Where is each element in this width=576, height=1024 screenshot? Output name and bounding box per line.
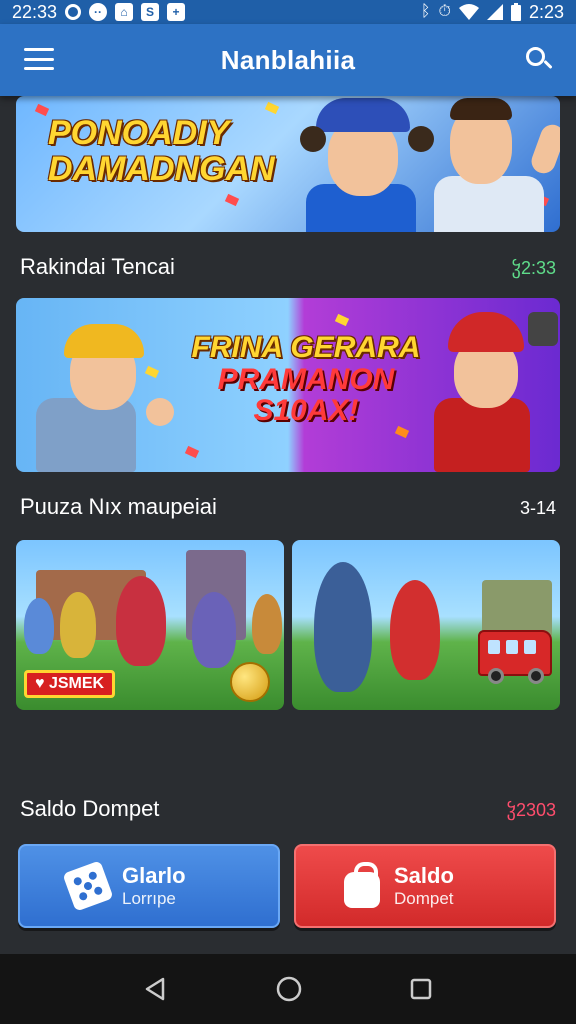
character-kid-2	[60, 592, 96, 658]
section-title-2: Puuza Nıx maupeiai	[20, 494, 217, 519]
signal-icon	[486, 4, 503, 20]
dots-icon: ··	[89, 3, 108, 21]
wallet-button-label: Saldo	[394, 863, 454, 888]
section-meta-2: 3-14	[519, 498, 556, 518]
search-icon[interactable]	[524, 45, 554, 75]
game-tile-right[interactable]	[292, 540, 560, 710]
recents-icon[interactable]	[409, 977, 433, 1001]
fire-truck	[478, 630, 552, 684]
character-kid-headphones	[314, 562, 372, 692]
alarm-icon: ⏱	[438, 3, 451, 20]
circle-icon	[65, 4, 82, 20]
dice-icon	[62, 860, 114, 912]
game-button[interactable]: Glarlo Lorrıpe	[18, 844, 280, 928]
home-icon: ⌂	[115, 3, 134, 21]
character-kid-3	[116, 576, 166, 666]
s-icon: S	[141, 3, 160, 21]
back-icon[interactable]	[143, 976, 169, 1002]
section-title-3: Saldo Dompet	[20, 796, 160, 821]
character-kid-1	[24, 598, 54, 654]
game-button-sublabel: Lorrıpe	[122, 889, 176, 908]
bluetooth-icon: ᛒ	[420, 3, 431, 20]
section-meta-3: ჴ2303	[506, 800, 556, 820]
game-tile-left[interactable]: ♥ JSMEK	[16, 540, 284, 710]
menu-icon[interactable]	[24, 48, 54, 70]
game-button-label: Glarlo	[122, 863, 186, 888]
promo-headline-mid: FRINA GERARA PRAMANON S10AX!	[191, 331, 421, 427]
app-title: Nanblahiia	[220, 44, 356, 75]
app-bar: Nanblahiia	[0, 24, 576, 96]
wallet-button[interactable]: Saldo Dompet	[294, 844, 556, 928]
character-kid-firefighter	[390, 580, 440, 680]
plus-icon: +	[167, 3, 186, 21]
system-nav-bar	[0, 954, 576, 1024]
status-bar: 22:33 ·· ⌂ S + ᛒ ⏱ 2:23	[0, 0, 576, 24]
home-nav-icon[interactable]	[275, 975, 303, 1003]
section-title-1: Rakindai Tencai	[20, 254, 175, 279]
status-time-right: 2:23	[528, 1, 564, 22]
promo-banner-mid[interactable]: FRINA GERARA PRAMANON S10AX!	[16, 298, 560, 472]
bag-icon	[344, 862, 380, 908]
status-time-left: 22:33	[12, 1, 58, 22]
battery-icon	[510, 3, 521, 21]
character-kid-5	[252, 594, 282, 654]
game-badge: ♥ JSMEK	[24, 670, 116, 698]
promo-banner-top[interactable]: PONOADIY DAMADNGAN	[16, 96, 560, 232]
coin-icon	[230, 662, 270, 702]
character-kid-4	[192, 592, 236, 668]
status-right: ᛒ ⏱ 2:23	[421, 2, 564, 23]
wallet-button-sublabel: Dompet	[394, 889, 454, 908]
promo-headline: PONOADIY DAMADNGAN	[48, 114, 275, 188]
status-left: 22:33 ·· ⌂ S +	[12, 1, 186, 23]
wifi-icon	[458, 4, 479, 20]
section-meta-1: ჴ2:33	[511, 258, 556, 278]
